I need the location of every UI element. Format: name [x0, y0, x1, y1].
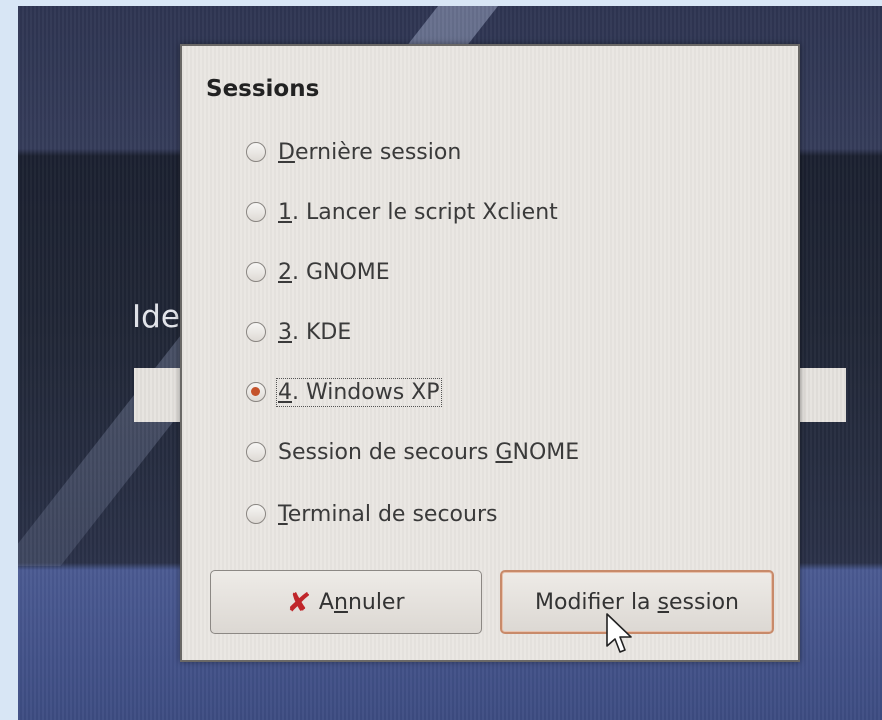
option-gnome[interactable]: 2. GNOME	[246, 252, 390, 292]
login-field-edge-left	[134, 368, 184, 422]
option-label: Dernière session	[278, 139, 462, 165]
radio-button[interactable]	[246, 322, 266, 342]
radio-button[interactable]	[246, 262, 266, 282]
dialog-title: Sessions	[206, 76, 320, 102]
radio-button-selected[interactable]	[246, 382, 266, 402]
red-x-icon: ✘	[285, 584, 313, 620]
cancel-button-label: Annuler	[318, 589, 405, 615]
option-label: 4. Windows XP	[276, 377, 442, 407]
cancel-button[interactable]: ✘ Annuler	[210, 570, 482, 634]
sessions-dialog: Sessions Dernière session 1. Lancer le s…	[180, 44, 800, 662]
login-field-edge-right	[800, 368, 846, 422]
option-last-session[interactable]: Dernière session	[246, 132, 461, 172]
radio-button[interactable]	[246, 504, 266, 524]
option-failsafe-terminal[interactable]: Terminal de secours	[246, 494, 497, 534]
option-xclient-script[interactable]: 1. Lancer le script Xclient	[246, 192, 558, 232]
radio-button[interactable]	[246, 442, 266, 462]
login-label: Ide	[132, 299, 180, 335]
option-label: Terminal de secours	[278, 501, 498, 527]
radio-button[interactable]	[246, 142, 266, 162]
option-label: 1. Lancer le script Xclient	[278, 199, 558, 225]
change-session-button-label: Modifier la session	[535, 589, 739, 615]
option-label: 3. KDE	[278, 319, 352, 345]
option-label: 2. GNOME	[278, 259, 390, 285]
option-kde[interactable]: 3. KDE	[246, 312, 351, 352]
mouse-pointer-icon	[606, 613, 632, 653]
radio-button[interactable]	[246, 202, 266, 222]
option-windows-xp[interactable]: 4. Windows XP	[246, 372, 442, 412]
change-session-button[interactable]: Modifier la session	[500, 570, 774, 634]
option-gnome-failsafe[interactable]: Session de secours GNOME	[246, 432, 579, 472]
option-label: Session de secours GNOME	[278, 439, 580, 465]
